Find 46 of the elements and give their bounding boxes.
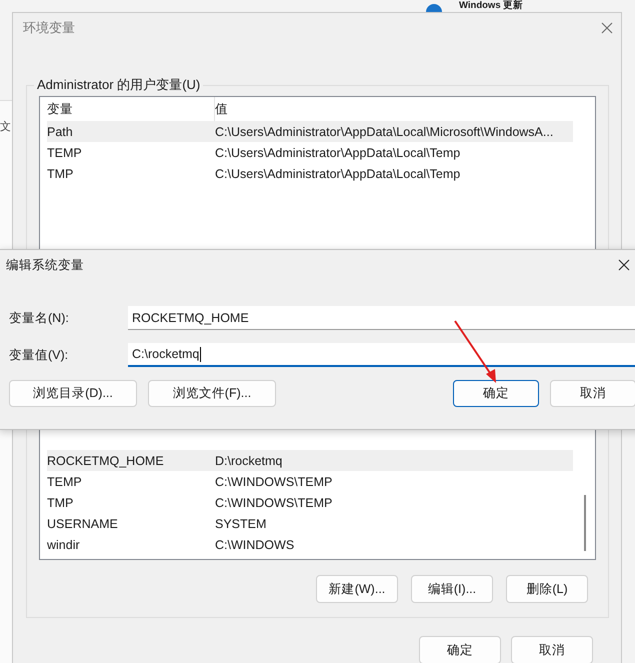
variable-value: D:\rocketmq [215, 454, 282, 468]
list-row[interactable]: windir C:\WINDOWS [47, 534, 573, 555]
variable-name: windir [47, 538, 81, 552]
action-button[interactable]: 编辑(I)... [411, 575, 493, 603]
variable-name: TMP [47, 166, 74, 180]
field-label: 变量值(V): [8, 346, 70, 364]
variable-name: TEMP [47, 474, 83, 488]
field-label: 变量名(N): [8, 310, 70, 326]
variable-name: TEMP [47, 146, 83, 160]
action-button[interactable]: 删除(L) [506, 575, 588, 603]
variable-name: ROCKETMQ_HOME [47, 454, 165, 468]
variable-value: C:\Users\Administrator\AppData\Local\Temp [215, 166, 460, 180]
background-text: 文 [0, 120, 11, 134]
close-icon[interactable] [618, 259, 630, 271]
input-field[interactable]: ROCKETMQ_HOME [128, 306, 635, 330]
dialog-button[interactable]: 取消 [511, 636, 593, 663]
list-row[interactable]: ROCKETMQ_HOME D:\rocketmq [47, 450, 573, 471]
dialog-button[interactable]: 确定 [419, 636, 501, 663]
variable-value: C:\Users\Administrator\AppData\Local\Microsoft\WindowsA... [215, 124, 554, 138]
variable-name: TMP [47, 496, 74, 510]
variable-value: C:\Users\Administrator\AppData\Local\Temp [215, 146, 460, 160]
dialog-button[interactable]: 浏览目录(D)... [9, 380, 137, 407]
variable-value: C:\WINDOWS [215, 538, 294, 552]
input-field[interactable]: C:\rocketmq [128, 343, 635, 367]
list-row[interactable]: TMP C:\WINDOWS\TEMP [47, 492, 573, 513]
dialog-title: 编辑系统变量 [6, 256, 84, 274]
scrollbar-thumb[interactable] [584, 495, 586, 551]
variable-value: SYSTEM [215, 516, 266, 530]
window-title: 环境变量 [23, 19, 75, 37]
action-button[interactable]: 新建(W)... [316, 575, 398, 603]
variable-name: Path [47, 124, 74, 138]
column-header[interactable]: 值 [215, 97, 228, 121]
update-icon [426, 2, 442, 12]
dialog-button[interactable]: 取消 [550, 380, 635, 407]
list-row[interactable]: TMP C:\Users\Administrator\AppData\Local\Temp [47, 163, 573, 184]
dialog-button[interactable]: 确定 [453, 380, 539, 407]
group-title: Administrator 的用户变量(U) [36, 76, 202, 94]
background-title: Windows 更新 [459, 0, 524, 12]
variable-name: USERNAME [47, 516, 119, 530]
list-row[interactable]: Path C:\Users\Administrator\AppData\Local\Microsoft\WindowsA... [47, 121, 573, 142]
variable-value: C:\WINDOWS\TEMP [215, 496, 332, 510]
list-row[interactable]: TEMP C:\WINDOWS\TEMP [47, 471, 573, 492]
dialog-button[interactable]: 浏览文件(F)... [148, 380, 276, 407]
list-row[interactable]: TEMP C:\Users\Administrator\AppData\Local\Temp [47, 142, 573, 163]
variable-value: C:\WINDOWS\TEMP [215, 474, 332, 488]
list-row[interactable]: USERNAME SYSTEM [47, 513, 573, 534]
